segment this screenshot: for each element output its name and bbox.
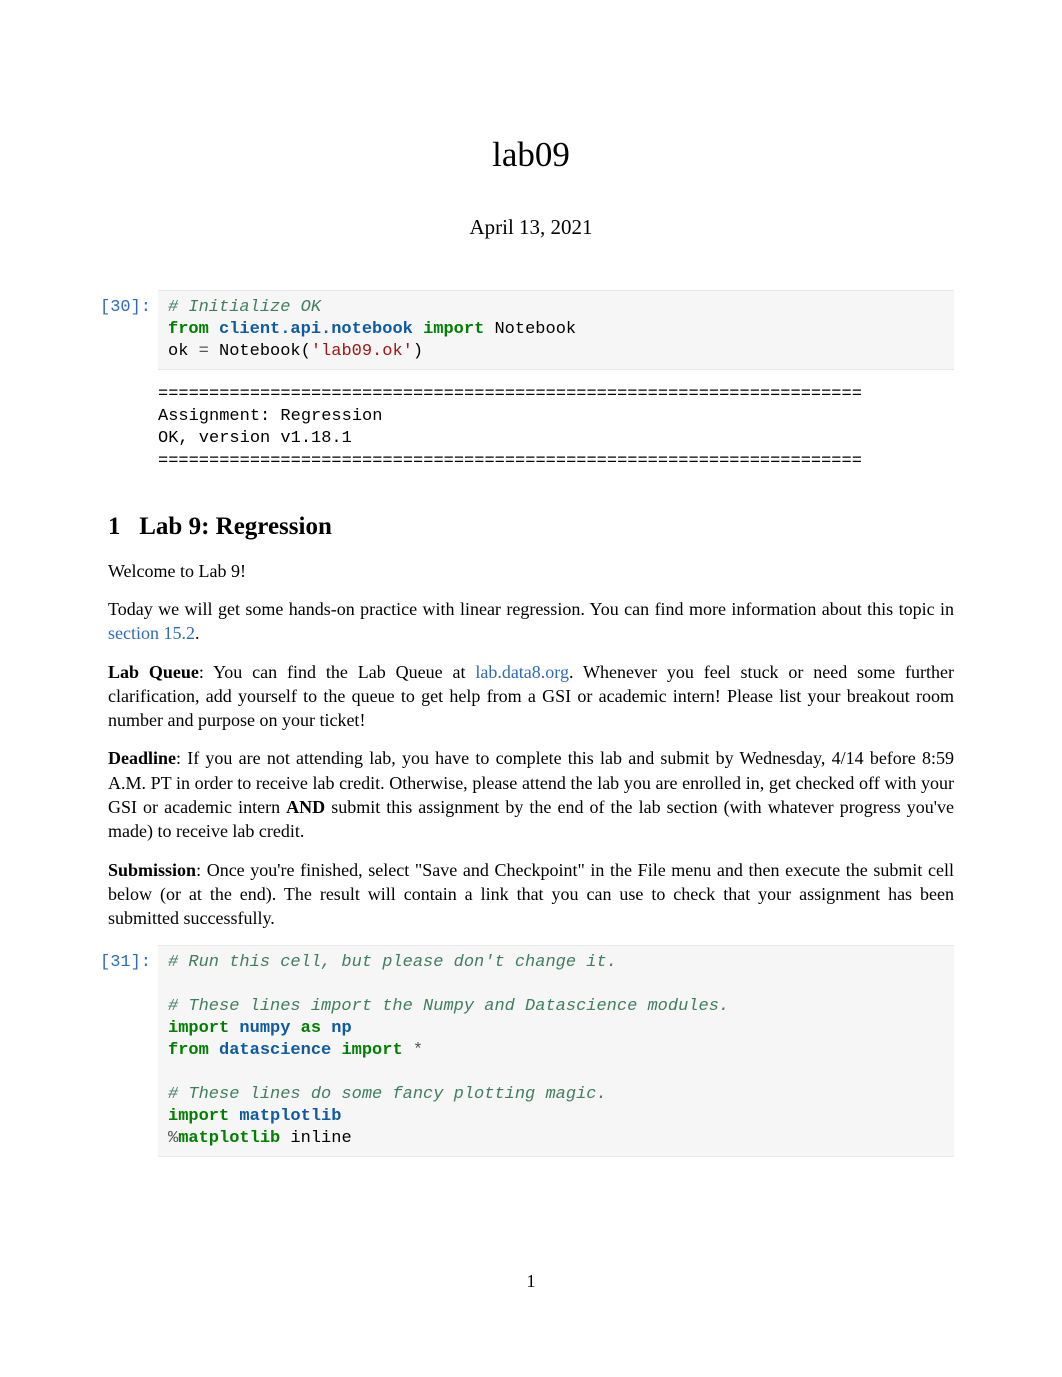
code-line: import matplotlib [168, 1106, 944, 1128]
module-alias: np [331, 1019, 351, 1038]
keyword-from: from [168, 1041, 209, 1060]
output-cell-1: ========================================… [158, 384, 954, 472]
module-name: numpy [239, 1019, 290, 1038]
keyword-as: as [301, 1019, 321, 1038]
module-name: datascience [219, 1041, 331, 1060]
section-heading: 1 Lab 9: Regression [108, 513, 954, 541]
keyword-import: import [168, 1107, 229, 1126]
text-segment: : Once you're finished, select "Save and… [108, 860, 954, 929]
module-name: client.api.notebook [219, 320, 413, 339]
keyword-import: import [423, 320, 484, 339]
output-line: Assignment: Regression [158, 407, 382, 426]
paragraph-lab-queue: Lab Queue: You can find the Lab Queue at… [108, 660, 954, 733]
paragraph-deadline: Deadline: If you are not attending lab, … [108, 746, 954, 843]
text-segment: : You can find the Lab Queue at [199, 662, 475, 682]
code-cell-2: [31]: # Run this cell, but please don't … [158, 945, 954, 1158]
code-comment: # Run this cell, but please don't change… [168, 953, 617, 972]
code-line: # These lines import the Numpy and Datas… [168, 996, 944, 1018]
module-name: matplotlib [239, 1107, 341, 1126]
cell-label-2: [31]: [100, 952, 151, 974]
code-blank-line [168, 1062, 944, 1084]
output-line: OK, version v1.18.1 [158, 429, 352, 448]
page-number: 1 [0, 1271, 1062, 1292]
paragraph-intro: Today we will get some hands-on practice… [108, 597, 954, 646]
output-separator: ========================================… [158, 452, 862, 471]
label-submission: Submission [108, 860, 196, 880]
star-operator: * [413, 1041, 423, 1060]
code-line: from datascience import * [168, 1040, 944, 1062]
document-title: lab09 [108, 135, 954, 175]
link-lab-queue[interactable]: lab.data8.org [475, 662, 569, 682]
code-line: import numpy as np [168, 1018, 944, 1040]
variable: ok [168, 342, 188, 361]
magic-percent: % [168, 1129, 178, 1148]
output-separator: ========================================… [158, 385, 862, 404]
code-comment: # These lines do some fancy plotting mag… [168, 1085, 607, 1104]
text-segment: Today we will get some hands-on practice… [108, 599, 954, 619]
magic-command: matplotlib [178, 1129, 280, 1148]
string-literal: 'lab09.ok' [311, 342, 413, 361]
code-line: %matplotlib inline [168, 1128, 944, 1150]
link-section[interactable]: section 15.2 [108, 623, 195, 643]
section-title: Lab 9: Regression [139, 513, 332, 540]
keyword-import: import [168, 1019, 229, 1038]
magic-arg: inline [280, 1129, 351, 1148]
code-line: # Run this cell, but please don't change… [168, 952, 944, 974]
emphasis-and: AND [286, 797, 325, 817]
code-blank-line [168, 974, 944, 996]
section-number: 1 [108, 513, 121, 540]
keyword-from: from [168, 320, 209, 339]
paragraph-welcome: Welcome to Lab 9! [108, 559, 954, 583]
code-line: from client.api.notebook import Notebook [168, 319, 944, 341]
code-line: # Initialize OK [168, 297, 944, 319]
code-comment: # Initialize OK [168, 298, 321, 317]
function-call: Notebook( [219, 342, 311, 361]
text-segment: . [195, 623, 200, 643]
label-lab-queue: Lab Queue [108, 662, 199, 682]
close-paren: ) [413, 342, 423, 361]
code-line: ok = Notebook('lab09.ok') [168, 341, 944, 363]
label-deadline: Deadline [108, 748, 176, 768]
code-line: # These lines do some fancy plotting mag… [168, 1084, 944, 1106]
keyword-import: import [341, 1041, 402, 1060]
code-comment: # These lines import the Numpy and Datas… [168, 997, 729, 1016]
imported-name: Notebook [494, 320, 576, 339]
code-cell-1: [30]: # Initialize OK from client.api.no… [158, 290, 954, 370]
cell-label-1: [30]: [100, 297, 151, 319]
equals-operator: = [188, 342, 219, 361]
document-date: April 13, 2021 [108, 215, 954, 240]
paragraph-submission: Submission: Once you're finished, select… [108, 858, 954, 931]
